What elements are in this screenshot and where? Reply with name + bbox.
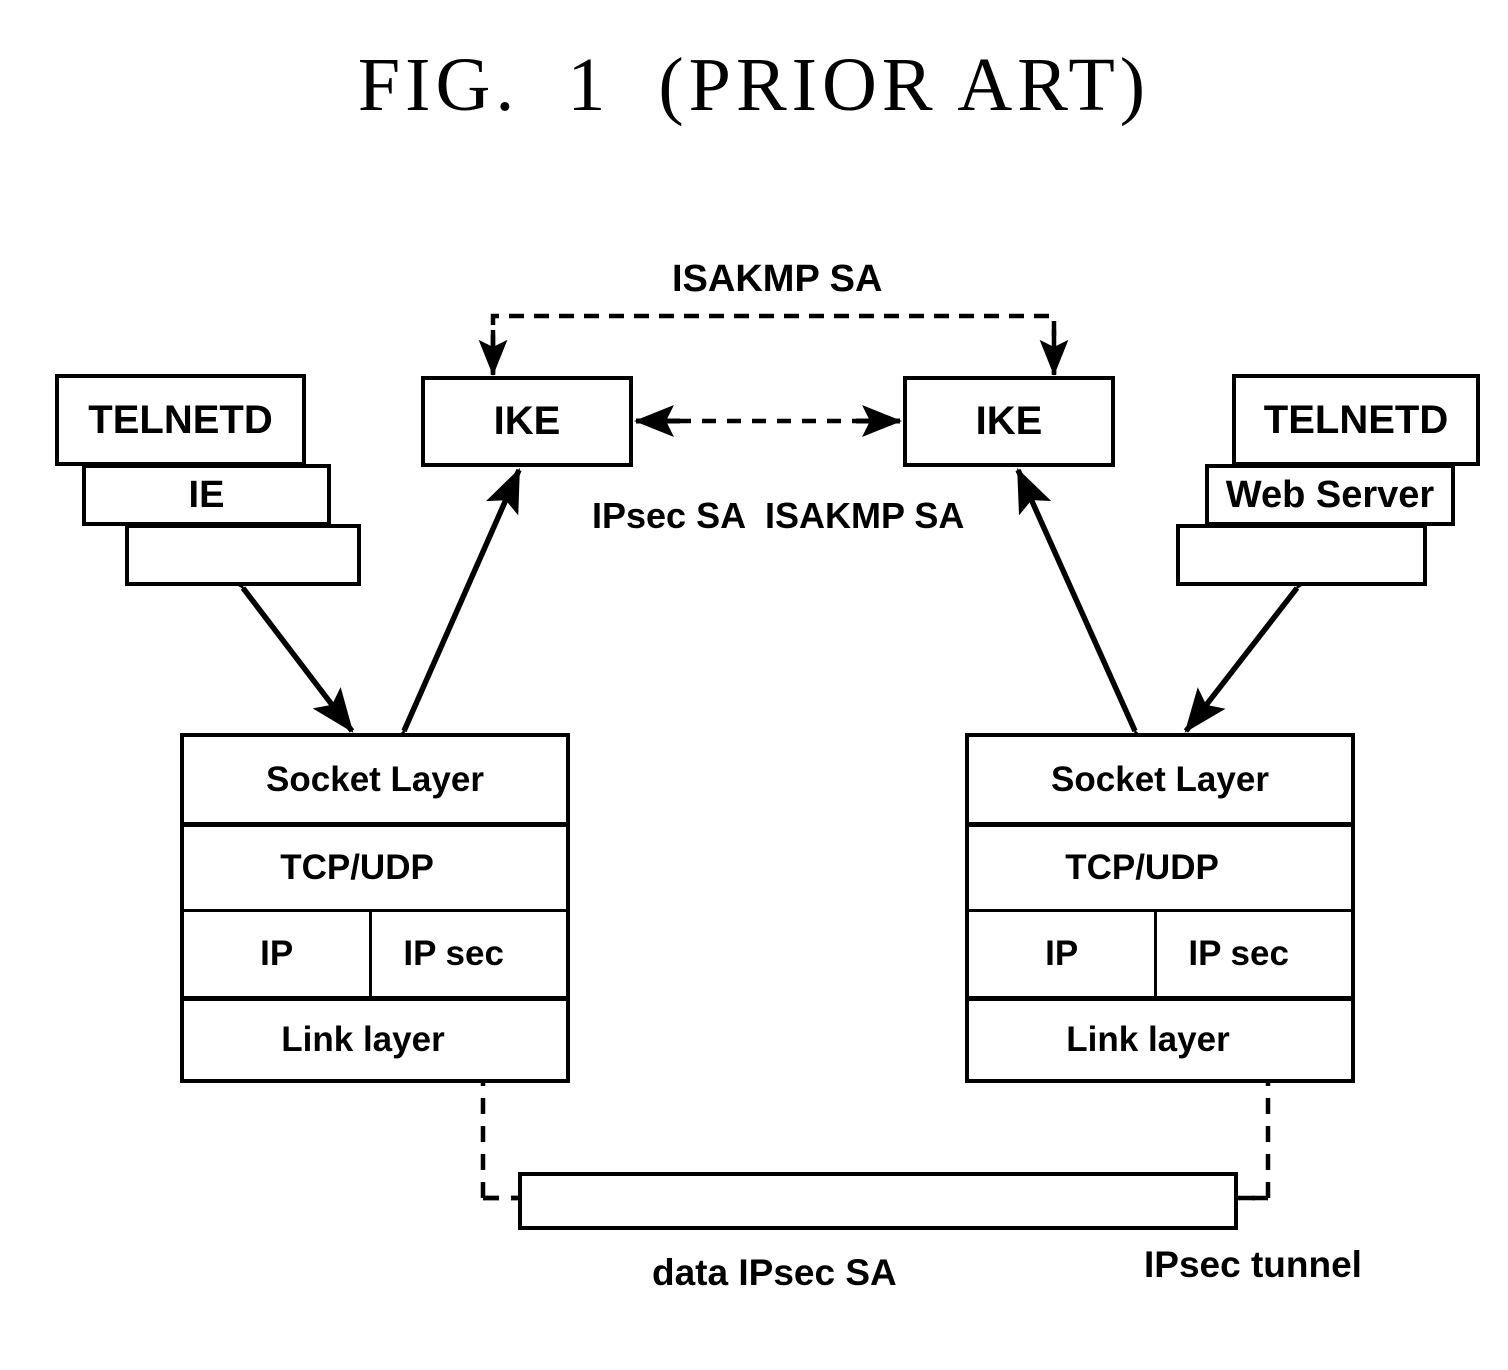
left-ike-to-stack-arrow bbox=[371, 467, 522, 777]
figure-title: FIG. 1 (PRIOR ART) bbox=[357, 43, 1151, 127]
right-stack-row-tcp-udp: TCP/UDP bbox=[969, 827, 1351, 909]
left-protocol-stack: Socket Layer TCP/UDP IP IP sec Link laye… bbox=[180, 733, 570, 1083]
right-stack-link-layer-label: Link layer bbox=[1066, 1020, 1230, 1059]
right-app-box-web-server: Web Server bbox=[1205, 464, 1455, 526]
connector-overlay bbox=[203, 313, 1337, 1201]
left-ike-box: IKE bbox=[421, 376, 633, 467]
right-stack-ip-split bbox=[1154, 912, 1158, 996]
right-app-to-stack-arrow bbox=[1183, 544, 1337, 733]
right-stack-ip-label: IP bbox=[1045, 934, 1079, 973]
right-ike-box: IKE bbox=[903, 376, 1115, 467]
ipsec-tunnel-bar bbox=[518, 1172, 1238, 1230]
ipsec-tunnel-label: IPsec tunnel bbox=[1144, 1244, 1362, 1285]
right-stack-tcp-udp-label: TCP/UDP bbox=[1065, 848, 1219, 887]
left-stack-row-ip: IP IP sec bbox=[184, 912, 566, 996]
right-ike-label: IKE bbox=[975, 399, 1043, 443]
data-ipsec-sa-label: data IPsec SA bbox=[652, 1252, 897, 1293]
left-stack-tcp-udp-label: TCP/UDP bbox=[280, 848, 434, 887]
right-stack-socket-layer-label: Socket Layer bbox=[1051, 759, 1269, 799]
left-stack-row-socket-layer: Socket Layer bbox=[184, 737, 566, 822]
left-stack-ip-sec-label: IP sec bbox=[403, 934, 504, 973]
left-app-box-telnetd-label: TELNETD bbox=[88, 397, 273, 442]
left-app-box-ie-label: IE bbox=[188, 473, 225, 516]
right-stack-row-socket-layer: Socket Layer bbox=[969, 737, 1351, 822]
left-app-box-3 bbox=[125, 524, 361, 586]
right-protocol-stack: Socket Layer TCP/UDP IP IP sec Link laye… bbox=[965, 733, 1355, 1083]
left-stack-ip-split bbox=[369, 912, 373, 996]
isakmp-sa-top-label: ISAKMP SA bbox=[672, 258, 883, 300]
isakmp-sa-bracket-connector bbox=[478, 313, 1069, 376]
left-ike-label: IKE bbox=[493, 399, 561, 443]
isakmp-sa-mid-label: ISAKMP SA bbox=[765, 495, 965, 536]
right-stack-row-ip: IP IP sec bbox=[969, 912, 1351, 996]
right-app-box-telnetd: TELNETD bbox=[1232, 374, 1480, 466]
left-app-to-stack-arrow bbox=[203, 544, 355, 733]
left-stack-link-layer-label: Link layer bbox=[281, 1020, 445, 1059]
figure-canvas: FIG. 1 (PRIOR ART) IE TELNETD IKE IKE We… bbox=[0, 0, 1508, 1370]
left-app-box-telnetd: TELNETD bbox=[55, 374, 306, 466]
right-app-box-3 bbox=[1176, 524, 1427, 586]
left-stack-ip-label: IP bbox=[260, 934, 294, 973]
left-stack-socket-layer-label: Socket Layer bbox=[266, 759, 484, 799]
right-app-box-telnetd-label: TELNETD bbox=[1263, 397, 1449, 442]
ipsec-sa-mid-label: IPsec SA bbox=[592, 495, 747, 536]
left-stack-row-link-layer: Link layer bbox=[184, 1001, 566, 1079]
left-app-box-ie: IE bbox=[82, 464, 331, 526]
left-stack-row-tcp-udp: TCP/UDP bbox=[184, 827, 566, 909]
right-stack-row-link-layer: Link layer bbox=[969, 1001, 1351, 1079]
right-app-box-web-server-label: Web Server bbox=[1225, 473, 1435, 516]
right-stack-ip-sec-label: IP sec bbox=[1188, 934, 1289, 973]
right-ike-to-stack-arrow bbox=[1015, 467, 1169, 777]
